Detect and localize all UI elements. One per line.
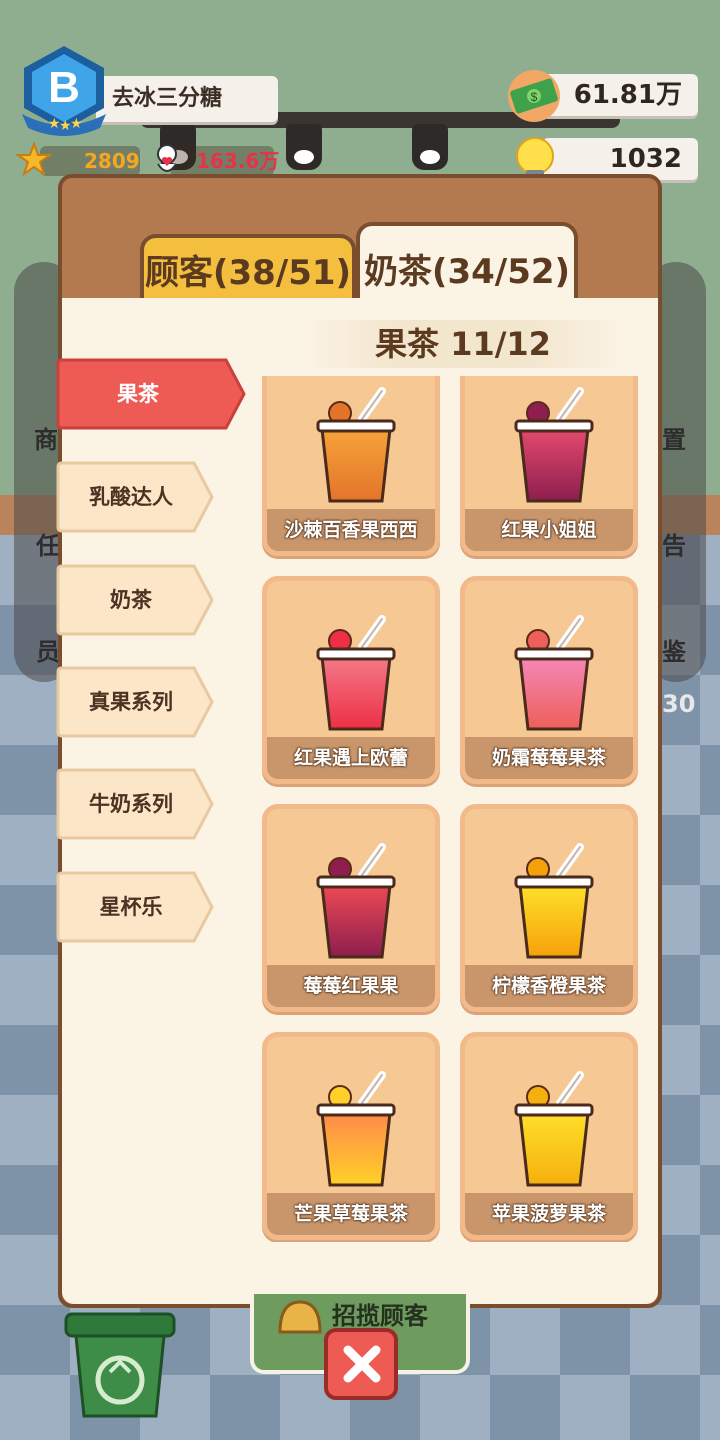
category-star-cup[interactable]: 星杯乐 — [56, 871, 214, 943]
star-count: 2809 — [84, 149, 140, 173]
rank-letter: B — [48, 63, 80, 112]
drink-name: 苹果菠萝果茶 — [491, 1203, 606, 1225]
berry-red-fruit-drink-icon — [316, 843, 396, 959]
spot-lamp — [412, 124, 448, 170]
drink-card[interactable]: 柠檬香橙果茶 — [460, 804, 638, 1012]
category-label: 牛奶系列 — [89, 792, 173, 816]
fans-icon — [157, 144, 177, 172]
close-button[interactable] — [324, 1328, 398, 1400]
category-label: 乳酸达人 — [89, 485, 173, 509]
svg-text:★: ★ — [70, 116, 83, 132]
drink-grid: 沙棘百香果西西 红果小姐姐红果遇上欧蕾 奶霜莓莓果茶莓莓红果果 柠檬香橙果茶芒果草莓果… — [260, 376, 642, 1242]
attract-customers-label: 招揽顾客 — [332, 1302, 428, 1330]
drink-card[interactable]: 沙棘百香果西西 — [262, 376, 440, 556]
drink-card[interactable]: 芒果草莓果茶 — [262, 1032, 440, 1240]
side-menu-collection[interactable]: 鉴 — [662, 632, 686, 667]
drink-name: 柠檬香橙果茶 — [491, 975, 606, 997]
red-fruit-drink-icon — [514, 387, 594, 503]
recycle-bin-icon[interactable] — [62, 1300, 178, 1420]
drink-name: 芒果草莓果茶 — [293, 1203, 408, 1225]
player-name[interactable]: 去冰三分糖 — [96, 76, 278, 122]
red-fruit-ole-drink-icon — [316, 615, 396, 731]
rank-badge-icon[interactable]: B ★ ★ ★ — [18, 44, 110, 140]
tab-milk-teas[interactable]: 奶茶(34/52) — [356, 222, 578, 300]
drink-name: 红果小姐姐 — [501, 519, 597, 541]
apple-pineapple-drink-icon — [514, 1071, 594, 1187]
category-fruit-tea[interactable]: 果茶 — [56, 358, 246, 430]
svg-text:$: $ — [531, 90, 538, 104]
floor-number: 30 — [662, 690, 696, 718]
category-lactic[interactable]: 乳酸达人 — [56, 461, 214, 533]
side-menu-staff[interactable]: 员 — [36, 632, 60, 667]
drink-card[interactable]: 红果遇上欧蕾 — [262, 576, 440, 784]
drink-card[interactable]: 苹果菠萝果茶 — [460, 1032, 638, 1240]
money-display[interactable]: 61.81万 — [542, 74, 698, 116]
category-label: 真果系列 — [89, 690, 173, 714]
side-menu-ads[interactable]: 告 — [662, 526, 686, 561]
category-milk-tea[interactable]: 奶茶 — [56, 564, 214, 636]
category-milk-series[interactable]: 牛奶系列 — [56, 768, 214, 840]
bell-icon — [278, 1300, 322, 1334]
category-label: 星杯乐 — [99, 895, 163, 919]
seabuckthorn-drink-icon — [316, 387, 396, 503]
drink-name: 奶霜莓莓果茶 — [491, 747, 606, 769]
drink-card[interactable]: 红果小姐姐 — [460, 376, 638, 556]
tab-customers[interactable]: 顾客(38/51) — [140, 234, 356, 300]
category-real-fruit[interactable]: 真果系列 — [56, 666, 214, 738]
side-menu-shop[interactable]: 商 — [34, 420, 58, 455]
star-icon — [16, 142, 52, 177]
cream-berry-drink-icon — [514, 615, 594, 731]
category-label: 果茶 — [117, 382, 159, 406]
lemon-orange-drink-icon — [514, 843, 594, 959]
spot-lamp — [286, 124, 322, 170]
close-icon — [343, 1345, 381, 1383]
category-label: 奶茶 — [110, 588, 152, 612]
cash-icon: $ — [508, 70, 560, 122]
drink-card[interactable]: 奶霜莓莓果茶 — [460, 576, 638, 784]
drink-card[interactable]: 莓莓红果果 — [262, 804, 440, 1012]
drink-name: 沙棘百香果西西 — [284, 519, 418, 541]
drink-name: 红果遇上欧蕾 — [293, 747, 408, 769]
side-menu-settings[interactable]: 置 — [662, 420, 686, 455]
drink-name: 莓莓红果果 — [303, 975, 399, 997]
popularity-count: 163.6万 — [196, 149, 280, 173]
category-header: 果茶 11/12 — [300, 320, 626, 368]
mango-strawberry-drink-icon — [316, 1071, 396, 1187]
